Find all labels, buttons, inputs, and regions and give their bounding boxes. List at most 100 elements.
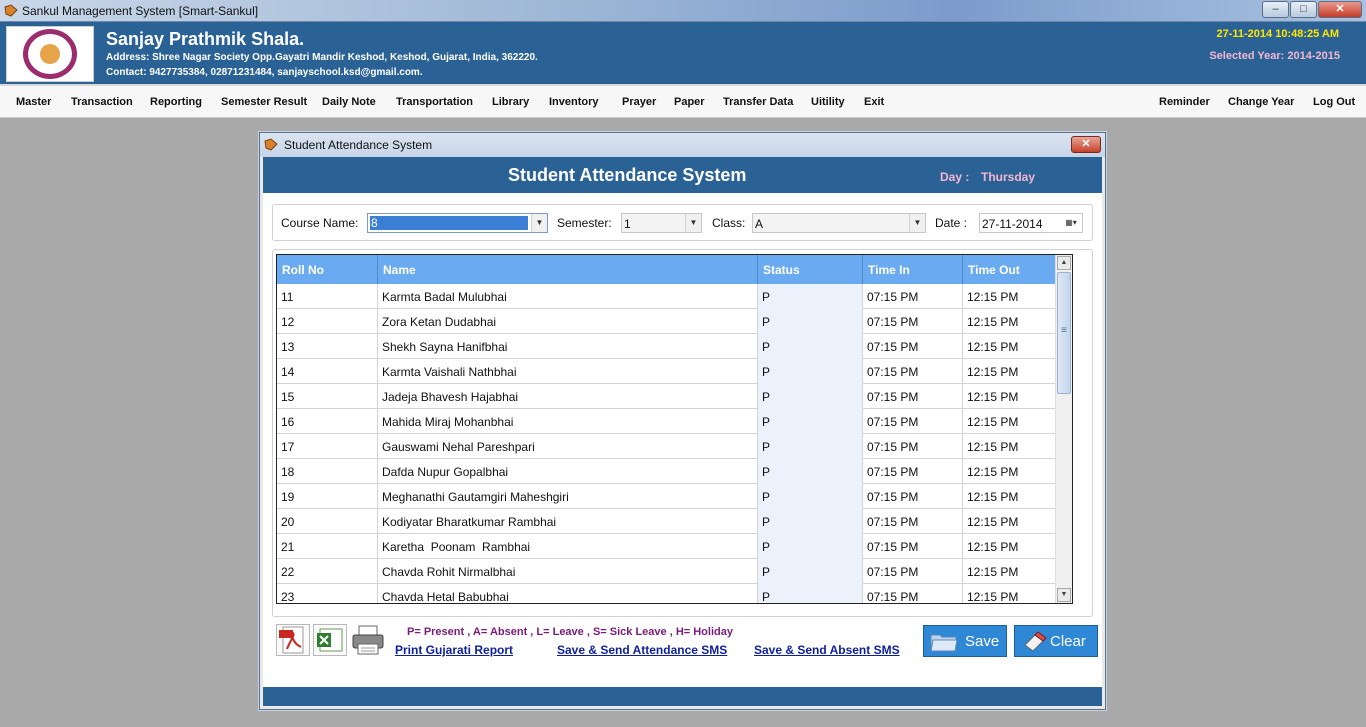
close-button[interactable]: ✕ (1318, 1, 1362, 18)
time-in-cell: 07:15 PM (863, 584, 963, 603)
table-row[interactable]: 22 Chavda Rohit Nirmalbhai P 07:15 PM 12:15 … (277, 559, 1063, 584)
name-cell: Jadeja Bhavesh Hajabhai (378, 384, 758, 409)
chevron-down-icon[interactable]: ▼ (685, 214, 701, 232)
time-in-cell: 07:15 PM (863, 559, 963, 584)
menu-semester-result[interactable]: Semester Result (221, 96, 307, 108)
semester-select[interactable]: 1 ▼ (621, 213, 702, 233)
menu-reminder[interactable]: Reminder (1159, 96, 1210, 108)
folder-icon (930, 634, 958, 652)
dialog-close-button[interactable]: ✕ (1071, 136, 1101, 153)
status-cell[interactable]: P (758, 484, 863, 509)
menu-transfer-data[interactable]: Transfer Data (723, 96, 793, 108)
school-logo (6, 26, 94, 82)
day-value: Thursday (981, 170, 1036, 184)
col-time-in[interactable]: Time In (863, 255, 963, 284)
table-row[interactable]: 21 Karetha Poonam Rambhai P 07:15 PM 12:15 P… (277, 534, 1063, 559)
dialog-heading: Student Attendance System (508, 165, 747, 185)
menu-transaction[interactable]: Transaction (71, 96, 133, 108)
col-status[interactable]: Status (758, 255, 863, 284)
status-cell[interactable]: P (758, 534, 863, 559)
print-gujarati-report-link[interactable]: Print Gujarati Report (395, 643, 513, 657)
minimize-button[interactable]: – (1262, 1, 1289, 18)
name-cell: Karmta Vaishali Nathbhai (378, 359, 758, 384)
status-cell[interactable]: P (758, 384, 863, 409)
save-send-absent-sms-link[interactable]: Save & Send Absent SMS (754, 643, 900, 657)
status-cell[interactable]: P (758, 559, 863, 584)
time-in-cell: 07:15 PM (863, 509, 963, 534)
status-cell[interactable]: P (758, 459, 863, 484)
status-cell[interactable]: P (758, 359, 863, 384)
pdf-icon (279, 626, 304, 654)
status-cell[interactable]: P (758, 584, 863, 603)
table-row[interactable]: 19 Meghanathi Gautamgiri Maheshgiri P 07:15… (277, 484, 1063, 509)
dialog-header: Student Attendance System Day : Thursday (263, 157, 1102, 193)
class-label: Class: (712, 216, 746, 230)
status-cell[interactable]: P (758, 509, 863, 534)
course-select[interactable]: 8 ▼ (367, 213, 548, 233)
name-cell: Karetha Poonam Rambhai (378, 534, 758, 559)
menu-library[interactable]: Library (492, 96, 529, 108)
col-roll-no[interactable]: Roll No (277, 255, 378, 284)
dialog-title-bar[interactable]: Student Attendance System ✕ (260, 133, 1105, 157)
menu-daily-note[interactable]: Daily Note (322, 96, 376, 108)
roll-no-cell: 13 (277, 334, 378, 359)
roll-no-cell: 18 (277, 459, 378, 484)
calendar-icon[interactable]: ▦▾ (1060, 214, 1082, 232)
menu-log-out[interactable]: Log Out (1313, 96, 1355, 108)
menu-change-year[interactable]: Change Year (1228, 96, 1294, 108)
chevron-down-icon[interactable]: ▼ (909, 214, 925, 232)
menu-utility[interactable]: Uitility (811, 96, 845, 108)
col-time-out[interactable]: Time Out (963, 255, 1063, 284)
maximize-button[interactable]: □ (1290, 1, 1317, 18)
table-row[interactable]: 11 Karmta Badal Mulubhai P 07:15 PM 12:15 PM (277, 284, 1063, 309)
grid-scrollbar[interactable]: ▲ ▼ (1055, 255, 1072, 603)
status-cell[interactable]: P (758, 434, 863, 459)
status-cell[interactable]: P (758, 309, 863, 334)
roll-no-cell: 20 (277, 509, 378, 534)
save-button[interactable]: Save (923, 625, 1007, 657)
table-row[interactable]: 12 Zora Ketan Dudabhai P 07:15 PM 12:15 PM (277, 309, 1063, 334)
menu-master[interactable]: Master (16, 96, 51, 108)
date-picker[interactable]: 27-11-2014 ▦▾ (979, 213, 1083, 233)
clear-button[interactable]: Clear (1014, 625, 1098, 657)
time-in-cell: 07:15 PM (863, 534, 963, 559)
scroll-down-arrow-icon[interactable]: ▼ (1057, 588, 1071, 602)
save-send-attendance-sms-link[interactable]: Save & Send Attendance SMS (557, 643, 727, 657)
time-out-cell: 12:15 PM (963, 534, 1063, 559)
time-out-cell: 12:15 PM (963, 434, 1063, 459)
dialog-body: Course Name: 8 ▼ Semester: 1 ▼ Class: A … (263, 193, 1102, 687)
export-excel-button[interactable] (313, 624, 347, 656)
time-in-cell: 07:15 PM (863, 409, 963, 434)
menu-reporting[interactable]: Reporting (150, 96, 202, 108)
table-row[interactable]: 14 Karmta Vaishali Nathbhai P 07:15 PM 12:15… (277, 359, 1063, 384)
status-legend: P= Present , A= Absent , L= Leave , S= S… (407, 626, 733, 638)
status-cell[interactable]: P (758, 334, 863, 359)
table-row[interactable]: 20 Kodiyatar Bharatkumar Rambhai P 07:15 PM… (277, 509, 1063, 534)
menu-prayer[interactable]: Prayer (622, 96, 656, 108)
time-in-cell: 07:15 PM (863, 334, 963, 359)
table-row[interactable]: 15 Jadeja Bhavesh Hajabhai P 07:15 PM 12:15 … (277, 384, 1063, 409)
menu-paper[interactable]: Paper (674, 96, 705, 108)
print-button[interactable] (350, 624, 386, 656)
table-row[interactable]: 17 Gauswami Nehal Pareshpari P 07:15 PM 12:1… (277, 434, 1063, 459)
table-row[interactable]: 23 Chavda Hetal Babubhai P 07:15 PM 12:15 PM (277, 584, 1063, 603)
export-pdf-button[interactable] (276, 624, 310, 656)
table-row[interactable]: 18 Dafda Nupur Gopalbhai P 07:15 PM 12:15 PM (277, 459, 1063, 484)
menu-transportation[interactable]: Transportation (396, 96, 473, 108)
name-cell: Chavda Hetal Babubhai (378, 584, 758, 603)
table-row[interactable]: 13 Shekh Sayna Hanifbhai P 07:15 PM 12:15 PM (277, 334, 1063, 359)
school-header: Sanjay Prathmik Shala. Address: Shree Na… (0, 22, 1366, 84)
chevron-down-icon[interactable]: ▼ (531, 214, 547, 232)
scrollbar-thumb[interactable] (1057, 272, 1071, 394)
col-name[interactable]: Name (378, 255, 758, 284)
class-select[interactable]: A ▼ (752, 213, 926, 233)
time-out-cell: 12:15 PM (963, 484, 1063, 509)
status-cell[interactable]: P (758, 284, 863, 309)
menu-inventory[interactable]: Inventory (549, 96, 599, 108)
status-cell[interactable]: P (758, 409, 863, 434)
time-out-cell: 12:15 PM (963, 284, 1063, 309)
table-row[interactable]: 16 Mahida Miraj Mohanbhai P 07:15 PM 12:15 P… (277, 409, 1063, 434)
scroll-up-arrow-icon[interactable]: ▲ (1057, 256, 1071, 270)
roll-no-cell: 17 (277, 434, 378, 459)
menu-exit[interactable]: Exit (864, 96, 884, 108)
